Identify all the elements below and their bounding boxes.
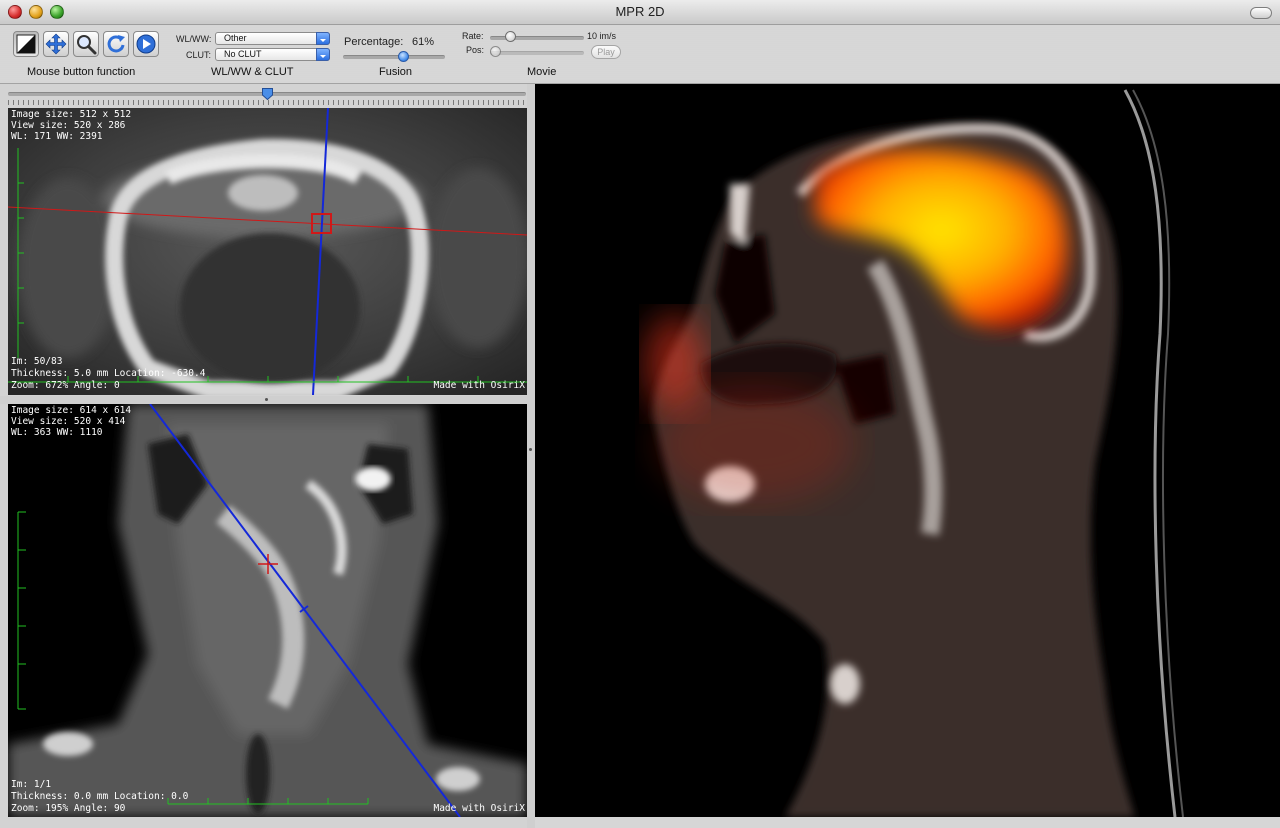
- wlww-popup[interactable]: Other: [215, 32, 330, 45]
- clut-popup[interactable]: No CLUT: [215, 48, 330, 61]
- mouse-function-label: Mouse button function: [27, 66, 136, 78]
- fusion-percentage-track: [343, 55, 445, 59]
- coronal-made-with: Made with OsiriX: [433, 803, 525, 814]
- rate-label: Rate:: [462, 31, 484, 41]
- splitter-grip-icon: [265, 398, 268, 401]
- zoom-tool-button[interactable]: [73, 31, 99, 57]
- clut-label: CLUT:: [186, 50, 212, 60]
- fusion-percentage-slider[interactable]: [398, 51, 409, 62]
- pos-slider[interactable]: [490, 46, 501, 57]
- move-tool-button[interactable]: [43, 31, 69, 57]
- axial-zoom: Zoom: 672% Angle: 0: [11, 380, 120, 391]
- rate-value: 10 im/s: [587, 31, 617, 41]
- wlww-label: WL/WW:: [176, 34, 212, 44]
- sagittal-fusion-image: [535, 84, 1280, 817]
- rate-slider[interactable]: [505, 31, 516, 42]
- horizontal-splitter[interactable]: [0, 396, 534, 404]
- coronal-wl-ww: WL: 363 WW: 1110: [11, 427, 103, 438]
- axial-made-with: Made with OsiriX: [433, 380, 525, 391]
- chevron-down-icon: [316, 48, 330, 61]
- vertical-splitter[interactable]: [527, 84, 535, 828]
- play-button[interactable]: Play: [591, 45, 621, 59]
- axial-image: [8, 108, 527, 395]
- coronal-image-number: Im: 1/1: [11, 779, 52, 790]
- axial-image-number: Im: 50/83: [11, 356, 63, 367]
- splitter-grip-icon: [529, 448, 532, 451]
- coronal-view[interactable]: Image size: 614 x 614 View size: 520 x 4…: [8, 404, 527, 817]
- fusion-group-label: Fusion: [379, 66, 413, 78]
- axial-view[interactable]: Image size: 512 x 512 View size: 520 x 2…: [8, 108, 527, 395]
- percentage-value: 61%: [412, 36, 435, 48]
- play-circle-icon: [136, 34, 156, 54]
- sagittal-fusion-view[interactable]: [535, 84, 1280, 817]
- rotate-tool-button[interactable]: [103, 31, 129, 57]
- toolbar: Mouse button function WL/WW: Other CLUT:…: [0, 25, 1280, 84]
- scroll-tool-button[interactable]: [133, 31, 159, 57]
- toolbar-toggle-button[interactable]: [1250, 7, 1272, 19]
- movie-group-label: Movie: [527, 66, 557, 78]
- move-arrows-icon: [45, 33, 67, 55]
- mpr-2d-window: MPR 2D Mouse button function WL/WW: Othe…: [0, 0, 1280, 828]
- coronal-zoom: Zoom: 195% Angle: 90: [11, 803, 126, 814]
- coronal-view-size: View size: 520 x 414: [11, 416, 126, 427]
- window-title: MPR 2D: [615, 4, 665, 19]
- axial-image-size: Image size: 512 x 512: [11, 109, 132, 120]
- chevron-down-icon: [316, 32, 330, 45]
- coronal-image: [8, 404, 527, 817]
- magnifier-icon: [77, 35, 97, 55]
- axial-thickness: Thickness: 5.0 mm Location: -630.4: [11, 368, 206, 379]
- wlww-clut-group-label: WL/WW & CLUT: [211, 66, 294, 78]
- wlww-tool-button[interactable]: [13, 31, 39, 57]
- pos-track: [490, 51, 584, 55]
- title-bar: MPR 2D: [0, 0, 1280, 25]
- percentage-label: Percentage:: [344, 36, 404, 48]
- coronal-thickness: Thickness: 0.0 mm Location: 0.0: [11, 791, 189, 802]
- axial-wl-ww: WL: 171 WW: 2391: [11, 131, 103, 142]
- contrast-icon: [16, 34, 36, 54]
- axial-view-size: View size: 520 x 286: [11, 120, 126, 131]
- slice-slider-knob[interactable]: [262, 88, 273, 100]
- rotate-icon: [107, 35, 125, 53]
- slice-slider-ticks: [8, 100, 526, 105]
- clut-popup-value: No CLUT: [224, 49, 262, 59]
- wlww-popup-value: Other: [224, 33, 247, 43]
- coronal-image-size: Image size: 614 x 614: [11, 405, 132, 416]
- pos-label: Pos:: [466, 45, 485, 55]
